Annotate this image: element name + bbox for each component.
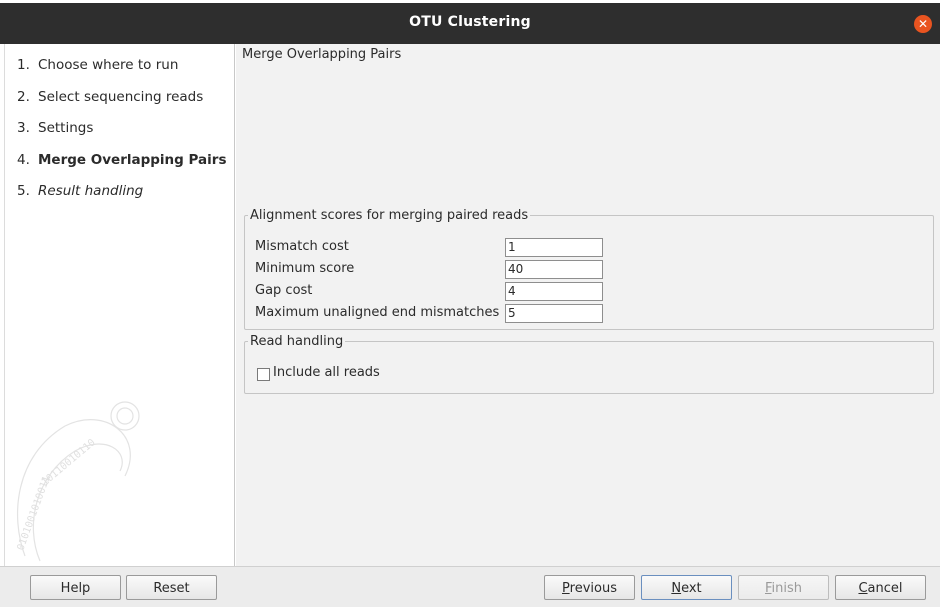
finish-button: Finish bbox=[738, 575, 829, 600]
cancel-button[interactable]: Cancel bbox=[835, 575, 926, 600]
close-icon[interactable]: ✕ bbox=[914, 15, 932, 33]
next-button[interactable]: Next bbox=[641, 575, 732, 600]
wizard-button-bar: Help Reset Previous Next Finish Cancel bbox=[0, 566, 940, 607]
mismatch-cost-input[interactable]: 1 bbox=[505, 238, 603, 257]
max-unaligned-mismatches-label: Maximum unaligned end mismatches bbox=[255, 305, 500, 320]
help-button[interactable]: Help bbox=[30, 575, 121, 600]
alignment-scores-group: Alignment scores for merging paired read… bbox=[244, 208, 934, 330]
alignment-scores-legend: Alignment scores for merging paired read… bbox=[250, 208, 529, 223]
page-title: Merge Overlapping Pairs bbox=[242, 47, 402, 62]
wizard-steps-sidebar: 1. Choose where to run 2. Select sequencin… bbox=[4, 44, 235, 566]
gap-cost-input[interactable]: 4 bbox=[505, 282, 603, 301]
reset-button[interactable]: Reset bbox=[126, 575, 217, 600]
window-title: OTU Clustering bbox=[409, 14, 531, 30]
include-all-reads-label[interactable]: Include all reads bbox=[273, 365, 380, 380]
binary-swirl-watermark-icon: 0101001010011 10110010110 bbox=[15, 401, 140, 562]
main-panel: Merge Overlapping Pairs Alignment scores… bbox=[236, 44, 940, 566]
previous-button[interactable]: Previous bbox=[544, 575, 635, 600]
read-handling-legend: Read handling bbox=[250, 334, 344, 349]
window-titlebar: OTU Clustering ✕ bbox=[0, 0, 940, 44]
minimum-score-label: Minimum score bbox=[255, 261, 355, 276]
read-handling-group: Read handling Include all reads bbox=[244, 334, 934, 394]
step-1: 1. Choose where to run bbox=[17, 57, 179, 73]
minimum-score-input[interactable]: 40 bbox=[505, 260, 603, 279]
include-all-reads-checkbox[interactable] bbox=[257, 368, 270, 381]
step-4-current: 4. Merge Overlapping Pairs bbox=[17, 152, 227, 168]
step-2: 2. Select sequencing reads bbox=[17, 89, 204, 105]
svg-text:10110010110: 10110010110 bbox=[40, 437, 98, 488]
gap-cost-label: Gap cost bbox=[255, 283, 313, 298]
step-3: 3. Settings bbox=[17, 120, 94, 136]
max-unaligned-mismatches-input[interactable]: 5 bbox=[505, 304, 603, 323]
mismatch-cost-label: Mismatch cost bbox=[255, 239, 349, 254]
step-5: 5. Result handling bbox=[17, 183, 144, 199]
